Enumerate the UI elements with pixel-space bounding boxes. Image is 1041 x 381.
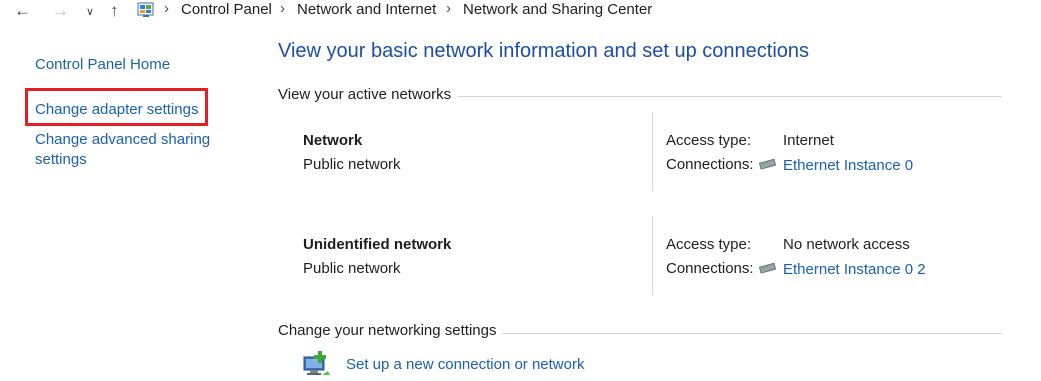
address-bar: ← → ∨ ↑ › Control Panel › Network and In… [0,0,1041,22]
setup-new-connection-link[interactable]: Set up a new connection or network [346,355,584,375]
breadcrumb-separator-icon: › [280,0,285,17]
connections-label: Connections: [666,260,754,277]
network-divider [652,216,653,295]
ethernet-icon [759,262,777,274]
active-networks-header: View your active networks [278,86,452,103]
breadcrumb-control-panel[interactable]: Control Panel [181,1,272,18]
connections-label: Connections: [666,156,754,173]
breadcrumb-separator-icon: › [164,0,169,17]
access-type-value: Internet [783,132,834,149]
access-type-label: Access type: [666,132,752,149]
breadcrumb-network-internet[interactable]: Network and Internet [297,1,436,18]
ethernet-icon [759,158,777,170]
breadcrumb-network-sharing-center[interactable]: Network and Sharing Center [463,1,652,18]
network-category: Public network [303,260,401,277]
network-divider [652,112,653,191]
ethernet-connection-link[interactable]: Ethernet Instance 0 2 [783,260,926,280]
change-advanced-sharing-link[interactable]: Change advanced sharing settings [35,130,210,170]
chevron-down-icon[interactable]: ∨ [86,1,94,23]
page-title: View your basic network information and … [278,40,810,62]
change-advanced-sharing-line2: settings [35,151,87,168]
change-settings-header: Change your networking settings [278,322,497,339]
access-type-label: Access type: [666,236,752,253]
network-sharing-center-window: ← → ∨ ↑ › Control Panel › Network and In… [0,0,1041,381]
up-arrow-icon[interactable]: ↑ [110,0,119,22]
breadcrumb-separator-icon: › [446,0,451,17]
network-name: Unidentified network [303,236,452,253]
control-panel-home-link[interactable]: Control Panel Home [35,55,170,75]
change-advanced-sharing-line1: Change advanced sharing [35,131,211,148]
section-divider [502,333,1002,334]
section-divider [458,96,1002,97]
forward-arrow-icon[interactable]: → [52,0,69,22]
new-connection-icon [303,351,330,375]
change-adapter-settings-link[interactable]: Change adapter settings [35,100,198,120]
network-name: Network [303,132,363,149]
access-type-value: No network access [783,236,910,253]
control-panel-icon [137,2,154,17]
network-category: Public network [303,156,401,173]
back-arrow-icon[interactable]: ← [14,0,31,22]
ethernet-connection-link[interactable]: Ethernet Instance 0 [783,156,913,176]
